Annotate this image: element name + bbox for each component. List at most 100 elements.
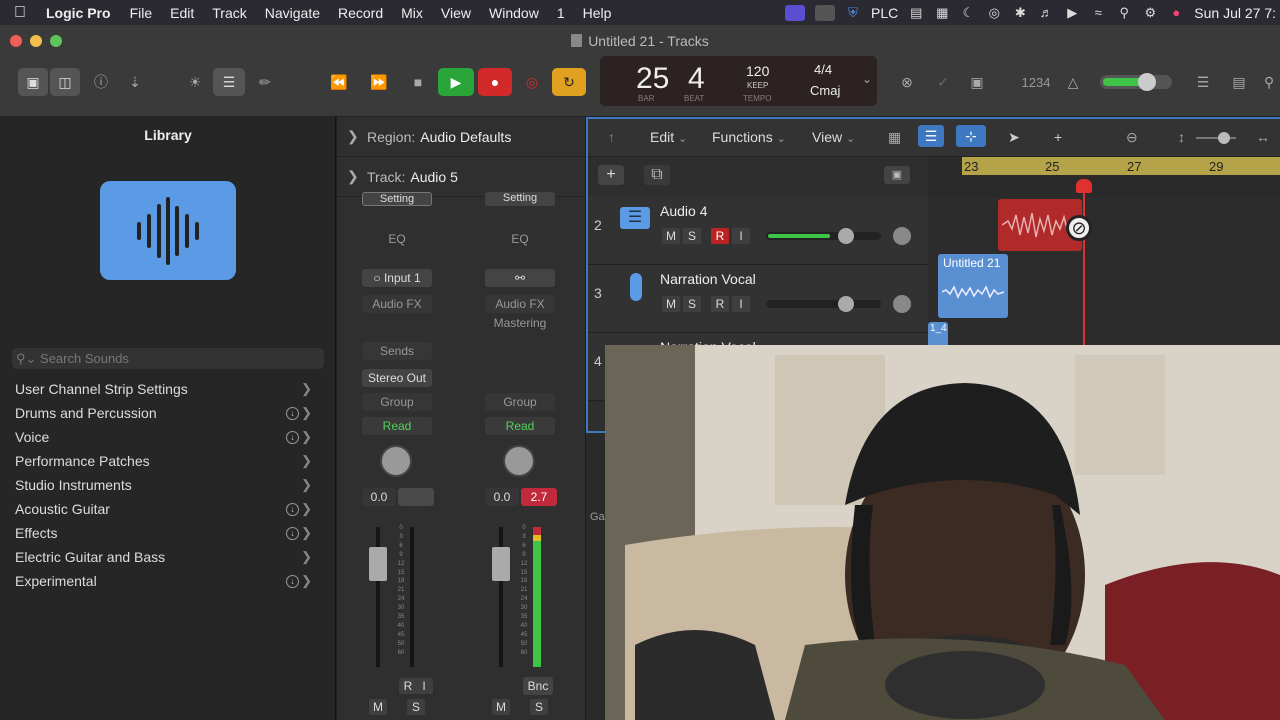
track-volume-knob[interactable] [838,228,854,244]
library-item[interactable]: Voice ↓ ❯ [0,425,336,449]
plc-label[interactable]: PLC [871,5,898,21]
track-volume-slider[interactable] [766,296,881,312]
horizontal-zoom-icon[interactable]: ↔ [1256,129,1270,145]
mastering-slot[interactable]: Mastering [485,314,555,332]
audio-fx-slot[interactable]: Audio FX [362,295,432,313]
volume-fader-handle[interactable] [369,547,387,581]
library-patch-tile[interactable] [100,181,236,280]
bluetooth-icon[interactable]: ✱ [1012,5,1028,21]
pan-knob[interactable] [380,445,412,477]
record-button[interactable]: ● [478,68,512,96]
view-menu[interactable]: View ⌄ [812,129,855,145]
library-item[interactable]: Studio Instruments ❯ [0,473,336,497]
notes-button[interactable]: ▤ [1226,68,1252,96]
library-item[interactable]: Performance Patches ❯ [0,449,336,473]
menu-navigate[interactable]: Navigate [256,5,329,21]
track-pan-knob[interactable] [891,293,913,315]
search-icon[interactable]: ⚲ [1116,5,1132,21]
track-row[interactable]: 2 ☰ Audio 4 M S R I [588,197,928,265]
browser-button[interactable]: ⚲ [1258,68,1280,96]
cycle-region[interactable] [962,157,1280,175]
rewind-button[interactable]: ⏪ [324,68,354,96]
siri-icon[interactable]: ● [1168,5,1184,20]
play-button[interactable]: ▶ [438,68,474,96]
tuner-button[interactable]: ⊗ [893,68,921,96]
app-status-icon[interactable] [815,4,836,21]
automation-mode[interactable]: Read [485,417,555,435]
eq-button[interactable]: EQ [362,230,432,248]
menu-record[interactable]: Record [329,5,392,21]
solo-button[interactable]: S [530,699,548,715]
audio-region[interactable]: Untitled 21 [938,254,1008,318]
track-name[interactable]: Audio 4 [660,203,707,219]
menu-view[interactable]: View [432,5,480,21]
bounce-button[interactable]: Bnc [523,677,553,695]
grid-icon[interactable]: ▦ [934,5,950,21]
edit-menu[interactable]: Edit ⌄ [650,129,687,145]
solo-button[interactable]: ▣ [963,68,991,96]
shield-icon[interactable]: ⛨ [845,5,861,21]
pencil-tool-icon[interactable]: + [1054,129,1062,145]
library-search-input[interactable]: ⚲⌄ Search Sounds [12,348,324,369]
library-item[interactable]: Effects ↓ ❯ [0,521,336,545]
quick-help-button[interactable]: ⓘ [88,68,114,96]
track-volume-knob[interactable] [838,296,854,312]
keyboard-icon[interactable]: ▤ [908,5,924,21]
track-volume-slider[interactable] [766,228,881,244]
airdrop-icon[interactable]: ◎ [986,5,1002,21]
global-tracks-button[interactable]: ▣ [884,166,910,184]
library-toggle-button[interactable]: ▣ [18,68,48,96]
vertical-zoom-icon[interactable]: ↕ [1178,129,1185,145]
solo-button[interactable]: S [683,296,701,312]
group-slot[interactable]: Group [362,393,432,411]
mute-button[interactable]: M [369,699,387,715]
input-button[interactable]: ○ Input 1 [362,269,432,287]
mute-button[interactable]: M [492,699,510,715]
pan-knob[interactable] [503,445,535,477]
undo-button[interactable]: ✓ [929,68,957,96]
record-enable-button[interactable]: R [711,228,729,244]
smart-controls-button[interactable]: ☀ [181,68,209,96]
menu-edit[interactable]: Edit [161,5,203,21]
download-icon[interactable]: ↓ [286,502,299,516]
pointer-tool-icon[interactable]: ➤ [1008,129,1020,146]
menu-file[interactable]: File [121,5,162,21]
zoom-slider[interactable] [1196,137,1236,139]
catch-playhead-icon[interactable]: ↑ [608,129,615,145]
solo-button[interactable]: S [407,699,425,715]
apple-menu-icon[interactable]:  [0,4,40,22]
download-icon[interactable]: ↓ [286,406,299,420]
moon-icon[interactable]: ☾ [960,5,976,21]
download-icon[interactable]: ↓ [286,574,299,588]
screen-share-icon[interactable] [785,4,806,21]
menu-track[interactable]: Track [203,5,255,21]
menu-1[interactable]: 1 [548,5,574,21]
menu-mix[interactable]: Mix [392,5,432,21]
flex-icon[interactable]: ⊹ [956,125,986,147]
functions-menu[interactable]: Functions ⌄ [712,129,786,145]
download-icon[interactable]: ↓ [286,526,299,540]
cycle-button[interactable]: ↻ [552,68,586,96]
fast-forward-button[interactable]: ⏩ [364,68,394,96]
grid-view-icon[interactable]: ▦ [888,129,901,146]
stereo-link-button[interactable]: ⚯ [485,269,555,287]
master-volume-slider[interactable] [1100,73,1172,91]
master-volume-knob[interactable] [1138,73,1156,91]
inspector-toggle-button[interactable]: ◫ [50,68,80,96]
library-item[interactable]: Experimental ↓ ❯ [0,569,336,593]
solo-button[interactable]: S [683,228,701,244]
menu-help[interactable]: Help [574,5,621,21]
timeline-ruler[interactable]: 23 25 27 29 [928,157,1280,197]
snap-icon[interactable]: ⊖ [1126,129,1138,146]
volume-readout[interactable]: 0.0 [485,488,519,506]
count-in-button[interactable]: 1234 [1016,68,1056,96]
automation-mode[interactable]: Read [362,417,432,435]
eq-button[interactable]: EQ [485,230,555,248]
peak-readout[interactable]: 2.7 [521,488,557,506]
record-enable-button[interactable]: R [711,296,729,312]
metronome-icon[interactable]: △ [1060,68,1086,96]
toolbar-toggle-button[interactable]: ⇣ [120,68,150,96]
volume-icon[interactable]: ♬ [1038,5,1054,20]
mute-button[interactable]: M [662,296,680,312]
wifi-icon[interactable]: ≈ [1090,5,1106,20]
